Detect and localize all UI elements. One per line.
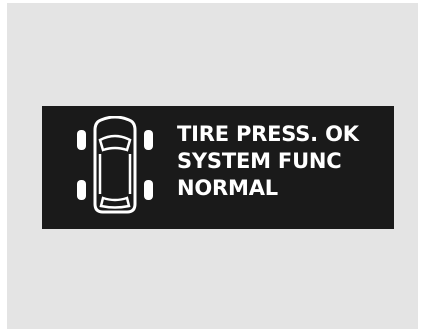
tpms-display-screen: TIRE PRESS. OK SYSTEM FUNC NORMAL [42, 106, 394, 229]
message-line-1: TIRE PRESS. OK [177, 122, 359, 146]
panel-background: TIRE PRESS. OK SYSTEM FUNC NORMAL [7, 3, 418, 329]
tire-pressure-car-icon [77, 116, 153, 214]
tpms-message: TIRE PRESS. OK SYSTEM FUNC NORMAL [177, 121, 359, 202]
message-line-3: NORMAL [177, 176, 278, 200]
message-line-2: SYSTEM FUNC [177, 149, 342, 173]
